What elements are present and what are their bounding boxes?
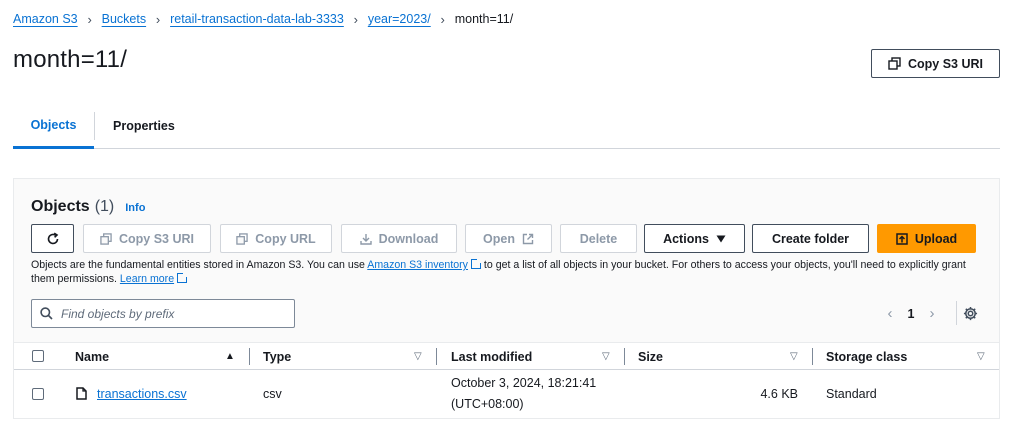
search-icon xyxy=(40,307,53,320)
file-name-link[interactable]: transactions.csv xyxy=(97,387,187,401)
tab-objects[interactable]: Objects xyxy=(13,104,94,149)
copy-icon xyxy=(100,232,112,245)
delete-label: Delete xyxy=(579,231,618,246)
settings-gear-icon[interactable] xyxy=(963,306,978,321)
copy-url-label: Copy URL xyxy=(255,231,316,246)
column-divider xyxy=(436,348,437,365)
create-folder-label: Create folder xyxy=(771,231,850,246)
table-row: transactions.csv csv October 3, 2024, 18… xyxy=(14,370,999,418)
breadcrumb: Amazon S3 › Buckets › retail-transaction… xyxy=(13,10,513,28)
actions-label: Actions xyxy=(663,231,709,246)
external-link-icon xyxy=(177,272,189,283)
column-divider xyxy=(624,348,625,365)
breadcrumb-current: month=11/ xyxy=(454,12,514,26)
chevron-right-icon: › xyxy=(87,11,92,27)
search-input[interactable] xyxy=(61,306,281,321)
last-modified-timezone: (UTC+08:00) xyxy=(451,397,524,411)
external-link-icon xyxy=(470,258,482,269)
caret-down-icon xyxy=(716,235,726,243)
column-storage-class-label: Storage class xyxy=(826,349,908,364)
download-icon xyxy=(359,233,372,245)
copy-s3-uri-button[interactable]: Copy S3 URI xyxy=(83,224,211,253)
chevron-right-icon: › xyxy=(353,11,358,27)
column-type[interactable]: Type xyxy=(263,343,291,370)
objects-count: (1) xyxy=(94,198,115,215)
chevron-right-icon: › xyxy=(440,11,445,27)
chevron-left-icon[interactable]: ‹ xyxy=(880,305,900,322)
sort-icon[interactable]: ▽ xyxy=(414,351,422,362)
s3-inventory-link[interactable]: Amazon S3 inventory xyxy=(367,258,482,271)
column-divider xyxy=(812,348,813,365)
last-modified-date: October 3, 2024, 18:21:41 xyxy=(451,376,597,390)
sort-ascending-icon[interactable]: ▲ xyxy=(225,351,235,362)
objects-panel: Objects (1) Info Copy S3 URI Copy URL Do… xyxy=(13,178,1000,419)
table-header: Name ▲ Type ▽ Last modified ▽ Size ▽ Sto… xyxy=(14,342,999,370)
copy-url-button[interactable]: Copy URL xyxy=(220,224,332,253)
tab-bar: Objects Properties xyxy=(13,104,1000,149)
tab-divider xyxy=(94,112,95,140)
refresh-button[interactable] xyxy=(31,224,74,253)
upload-button[interactable]: Upload xyxy=(877,224,976,253)
file-size: 4.6 KB xyxy=(760,387,798,401)
column-last-modified-label: Last modified xyxy=(451,349,533,364)
upload-label: Upload xyxy=(914,231,958,246)
tab-properties-label: Properties xyxy=(113,119,175,133)
s3-inventory-label: Amazon S3 inventory xyxy=(367,259,468,271)
learn-more-link[interactable]: Learn more xyxy=(119,272,189,285)
pager-divider xyxy=(956,301,957,325)
upload-icon xyxy=(896,232,908,245)
open-button[interactable]: Open xyxy=(465,224,552,253)
chevron-right-icon: › xyxy=(155,11,161,27)
info-link[interactable]: Info xyxy=(125,202,145,214)
refresh-icon xyxy=(46,232,60,246)
breadcrumb-year[interactable]: year=2023/ xyxy=(368,12,431,26)
tab-objects-label: Objects xyxy=(30,118,77,132)
breadcrumb-buckets[interactable]: Buckets xyxy=(102,12,146,26)
copy-s3-uri-label: Copy S3 URI xyxy=(118,231,194,246)
breadcrumb-amazon-s3[interactable]: Amazon S3 xyxy=(13,12,78,26)
column-type-label: Type xyxy=(263,349,292,364)
column-divider xyxy=(249,348,250,365)
download-label: Download xyxy=(378,231,439,246)
objects-panel-header: Objects (1) Info Copy S3 URI Copy URL Do… xyxy=(14,179,999,342)
column-name-label: Name xyxy=(75,349,110,364)
sort-icon[interactable]: ▽ xyxy=(790,351,798,362)
actions-dropdown[interactable]: Actions xyxy=(644,224,745,253)
sort-icon[interactable]: ▽ xyxy=(977,351,985,362)
delete-button[interactable]: Delete xyxy=(560,224,637,253)
objects-description: Objects are the fundamental entities sto… xyxy=(31,258,991,286)
objects-title: Objects xyxy=(31,198,90,215)
copy-s3-uri-header-button[interactable]: Copy S3 URI xyxy=(871,49,1000,78)
storage-class: Standard xyxy=(826,387,877,401)
column-name[interactable]: Name xyxy=(75,343,109,370)
tab-properties[interactable]: Properties xyxy=(113,104,175,148)
open-label: Open xyxy=(483,231,515,246)
objects-heading: Objects (1) Info xyxy=(31,198,145,216)
sort-icon[interactable]: ▽ xyxy=(602,351,610,362)
chevron-right-icon[interactable]: › xyxy=(922,305,942,322)
column-size-label: Size xyxy=(638,349,664,364)
breadcrumb-bucket[interactable]: retail-transaction-data-lab-3333 xyxy=(170,12,344,26)
copy-icon xyxy=(888,57,901,70)
pagination: ‹ 1 › xyxy=(880,305,942,322)
learn-more-label: Learn more xyxy=(119,273,175,285)
column-size[interactable]: Size xyxy=(638,343,663,370)
file-icon xyxy=(76,387,87,400)
column-last-modified[interactable]: Last modified xyxy=(451,343,532,370)
file-type: csv xyxy=(263,387,282,401)
column-storage-class[interactable]: Storage class xyxy=(826,343,907,370)
description-text-1: Objects are the fundamental entities sto… xyxy=(31,259,368,271)
row-checkbox[interactable] xyxy=(32,388,44,400)
external-link-icon xyxy=(522,233,534,245)
create-folder-button[interactable]: Create folder xyxy=(752,224,869,253)
select-all-checkbox[interactable] xyxy=(32,350,44,362)
page-title: month=11/ xyxy=(13,46,128,73)
copy-icon xyxy=(236,232,249,245)
download-button[interactable]: Download xyxy=(341,224,457,253)
search-box[interactable] xyxy=(31,299,295,328)
copy-s3-uri-header-label: Copy S3 URI xyxy=(907,56,983,71)
page-number[interactable]: 1 xyxy=(900,307,922,321)
